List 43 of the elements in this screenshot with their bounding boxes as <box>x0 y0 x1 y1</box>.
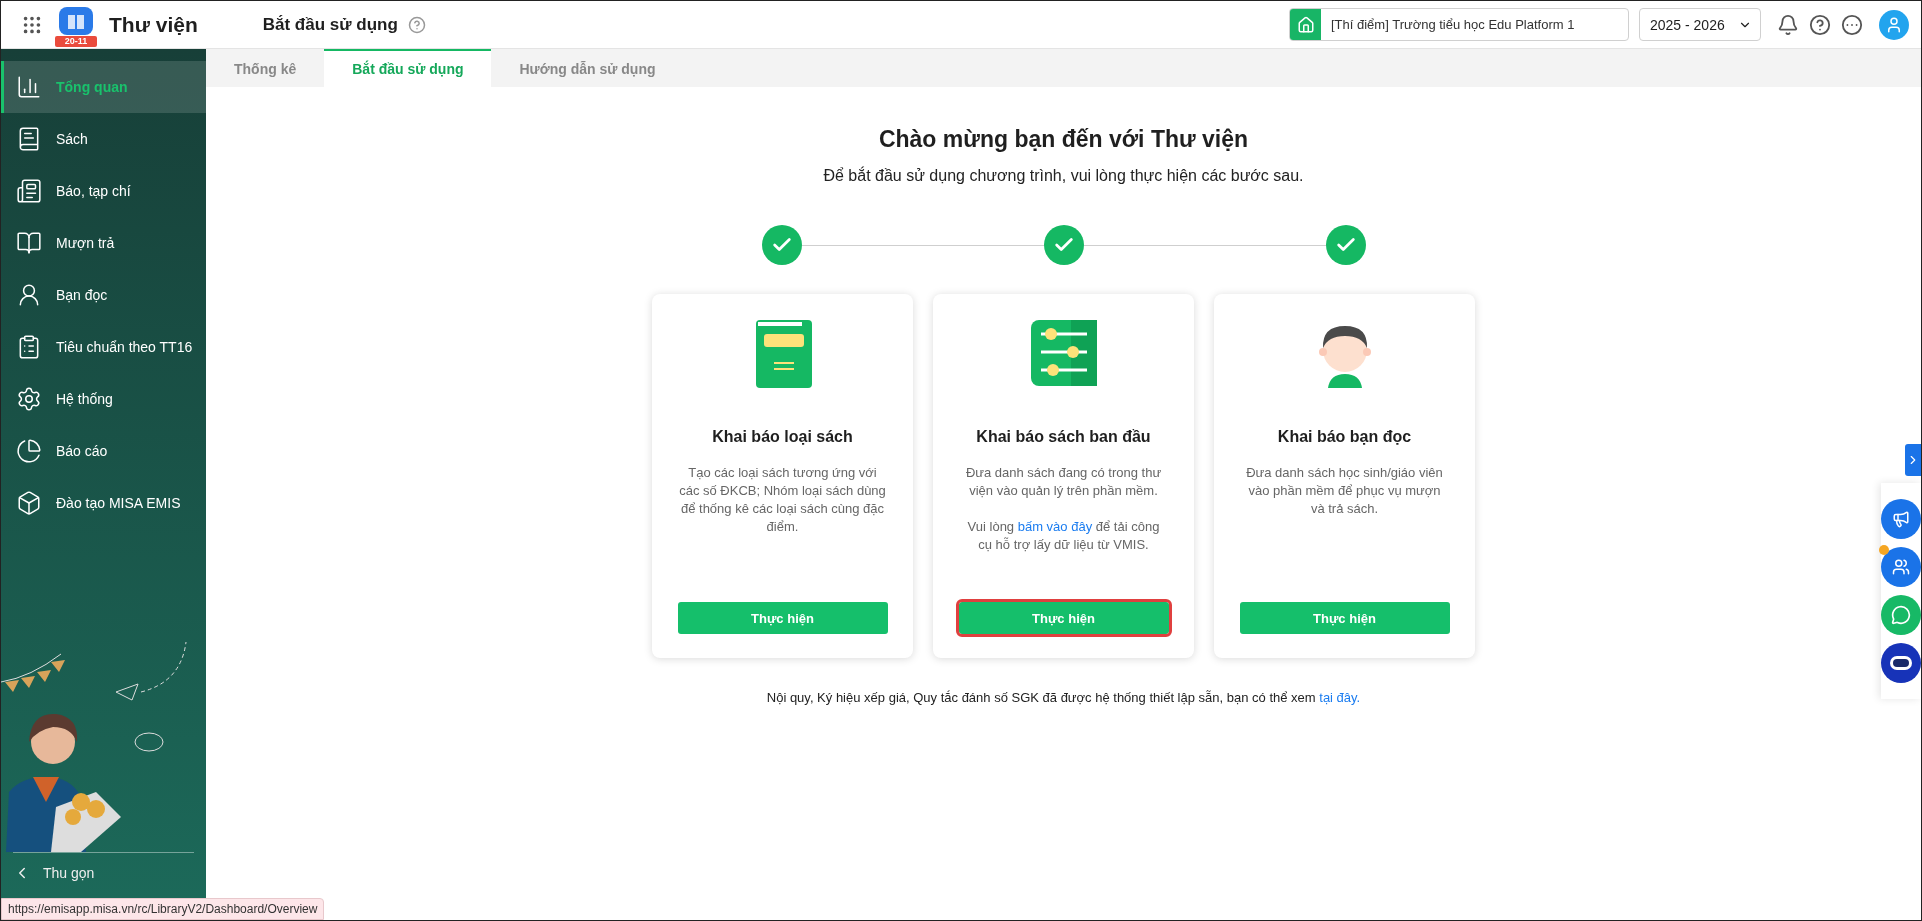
card-description: Đưa danh sách học sinh/giáo viên vào phần mềm để phục vụ mượn và trả sách. <box>1245 464 1444 518</box>
sidebar-item[interactable]: Báo, tạp chí <box>1 165 206 217</box>
school-selector[interactable]: [Thí điểm] Trường tiểu học Edu Platform 1 <box>1289 8 1629 41</box>
welcome-subtitle: Để bắt đầu sử dụng chương trình, vui lòng thực hiện các bước sau. <box>823 167 1304 185</box>
newspaper-icon <box>16 178 42 204</box>
megaphone-icon[interactable] <box>1881 499 1921 539</box>
sidebar-item[interactable]: Báo cáo <box>1 425 206 477</box>
pie-chart-icon <box>16 438 42 464</box>
logo-badge: 20-11 <box>55 35 97 47</box>
status-url: https://emisapp.misa.vn/rc/LibraryV2/Dashboard/Overview <box>1 898 325 920</box>
sidebar-item[interactable]: Đào tạo MISA EMIS <box>1 477 206 529</box>
card-title: Khai báo bạn đọc <box>1277 428 1412 446</box>
card-title: Khai báo sách ban đầu <box>976 428 1151 446</box>
chat-icon[interactable] <box>1881 595 1921 635</box>
sidebar-item[interactable]: Hệ thống <box>1 373 206 425</box>
book-icon <box>16 230 42 256</box>
footer-note: Nội quy, Ký hiệu xếp giá, Quy tắc đánh số SGK đã được hệ thống thiết lập sẵn, bạn có thể xem tại đây. <box>766 690 1361 705</box>
sidebar-item[interactable]: Sách <box>1 113 206 165</box>
expand-icon[interactable] <box>1905 444 1921 476</box>
year-selector[interactable]: 2025 - 2026 <box>1639 8 1761 41</box>
app-name: Thư viện <box>109 12 198 37</box>
cube-icon <box>16 490 42 516</box>
card-description: Tạo các loại sách tương ứng với các số ĐKCB; Nhóm loại sách dùng để thống kê các loại sách cùng đặc điểm. <box>678 464 887 536</box>
chart-icon <box>16 74 42 100</box>
card-description: Đưa danh sách đang có trong thư viện vào quản lý trên phần mềm. <box>964 464 1163 500</box>
page-title: Bắt đầu sử dụng <box>262 14 398 35</box>
card-title: Khai báo loại sách <box>712 428 853 446</box>
sliders-icon <box>1028 318 1099 388</box>
sidebar-item[interactable]: Tiêu chuẩn theo TT16 <box>1 321 206 373</box>
notification-icon[interactable] <box>1777 13 1799 36</box>
welcome-title: Chào mừng bạn đến với Thư viện <box>878 126 1249 153</box>
view-link[interactable]: tại đây. <box>1319 690 1361 705</box>
help-icon[interactable] <box>1809 13 1831 36</box>
school-icon <box>1296 15 1315 34</box>
settings-icon <box>16 386 42 412</box>
collapse-button[interactable]: Thu gọn <box>13 852 194 892</box>
sidebar-item[interactable]: Mượn trả <box>1 217 206 269</box>
avatar-icon[interactable] <box>1879 9 1909 40</box>
sidebar-item[interactable]: Bạn đọc <box>1 269 206 321</box>
users-icon[interactable] <box>1881 547 1921 587</box>
card-note: Vui lòng bấm vào đây để tải công cụ hỗ trợ lấy dữ liệu từ VMIS. <box>966 518 1161 554</box>
more-icon[interactable] <box>1841 13 1863 36</box>
download-link[interactable]: bấm vào đây <box>1017 519 1093 534</box>
